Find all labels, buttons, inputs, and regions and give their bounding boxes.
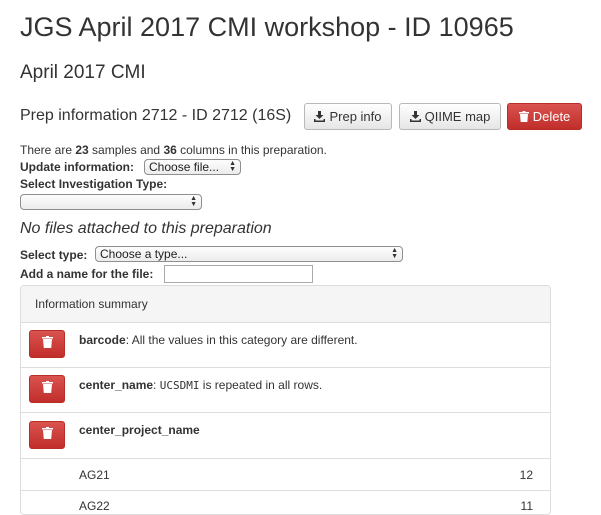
delete-label: Delete (532, 109, 571, 124)
qiime-map-button[interactable]: QIIME map (399, 103, 501, 130)
add-name-label: Add a name for the file: (20, 267, 154, 281)
no-files-message: No files attached to this preparation (20, 220, 272, 237)
update-info-label: Update information: (20, 160, 134, 174)
column-name: center_name (79, 378, 154, 392)
column-count: 36 (163, 143, 177, 157)
trash-icon (41, 335, 53, 353)
file-name-input[interactable] (164, 265, 313, 283)
value-count: 11 (520, 499, 533, 513)
delete-column-button[interactable] (29, 375, 65, 403)
value-label: AG21 (79, 468, 110, 482)
row-text: : All the values in this category are di… (125, 333, 358, 347)
page-title: JGS April 2017 CMI workshop - ID 10965 (20, 12, 514, 42)
trash-icon (518, 111, 529, 122)
value-label: AG22 (79, 499, 110, 513)
row-code-value: UCSDMI (159, 379, 200, 392)
file-type-value: Choose a type... (100, 247, 188, 261)
investigation-type-label: Select Investigation Type: (20, 177, 168, 191)
row-description: barcode: All the values in this category… (79, 333, 358, 347)
summary-prefix: There are (20, 143, 76, 157)
summary-row-center-name: center_name: UCSDMI is repeated in all r… (21, 368, 550, 413)
panel-heading-title: Information summary (35, 297, 148, 311)
trash-icon (41, 380, 53, 398)
summary-row-center-project-name: center_project_name (21, 413, 550, 459)
choose-file-label: Choose file... (149, 160, 220, 174)
select-type-label: Select type: (20, 248, 88, 262)
qiime-map-label: QIIME map (424, 109, 491, 124)
row-description: center_name: UCSDMI is repeated in all r… (79, 378, 322, 392)
prep-info-label: Prep info (329, 109, 382, 124)
updown-arrows-icon: ▲ ▼ (229, 160, 236, 173)
value-count: 12 (519, 468, 533, 482)
information-summary-panel: Information summary barcode: All the val… (20, 285, 551, 515)
updown-arrows-icon: ▲ ▼ (190, 195, 197, 208)
prep-info-button[interactable]: Prep info (304, 103, 392, 130)
updown-arrows-icon: ▲ ▼ (391, 247, 398, 260)
column-name: barcode (79, 333, 126, 347)
download-icon (314, 111, 326, 122)
delete-column-button[interactable] (29, 421, 65, 449)
value-row: AG21 12 (21, 459, 550, 491)
row-text-rest: is repeated in all rows. (199, 378, 323, 392)
prep-title: Prep information 2712 - ID 2712 (16S) (20, 107, 292, 124)
summary-suffix: columns in this preparation. (176, 143, 327, 157)
file-type-select[interactable]: Choose a type... ▲ ▼ (95, 246, 403, 262)
summary-middle: samples and (88, 143, 164, 157)
row-description: center_project_name (79, 423, 200, 437)
trash-icon (41, 426, 53, 444)
delete-button[interactable]: Delete (507, 103, 582, 130)
page-subtitle: April 2017 CMI (20, 62, 146, 83)
value-row: AG22 11 (21, 491, 550, 514)
row-text: : (153, 378, 160, 392)
prep-summary: There are 23 samples and 36 columns in t… (20, 143, 327, 157)
column-name: center_project_name (79, 423, 200, 437)
investigation-type-select[interactable]: ▲ ▼ (20, 194, 202, 210)
choose-file-button[interactable]: Choose file... ▲ ▼ (144, 159, 241, 175)
download-icon (409, 111, 421, 122)
summary-row-barcode: barcode: All the values in this category… (21, 323, 550, 368)
sample-count: 23 (75, 143, 89, 157)
panel-heading: Information summary (21, 286, 550, 323)
delete-column-button[interactable] (29, 330, 65, 358)
